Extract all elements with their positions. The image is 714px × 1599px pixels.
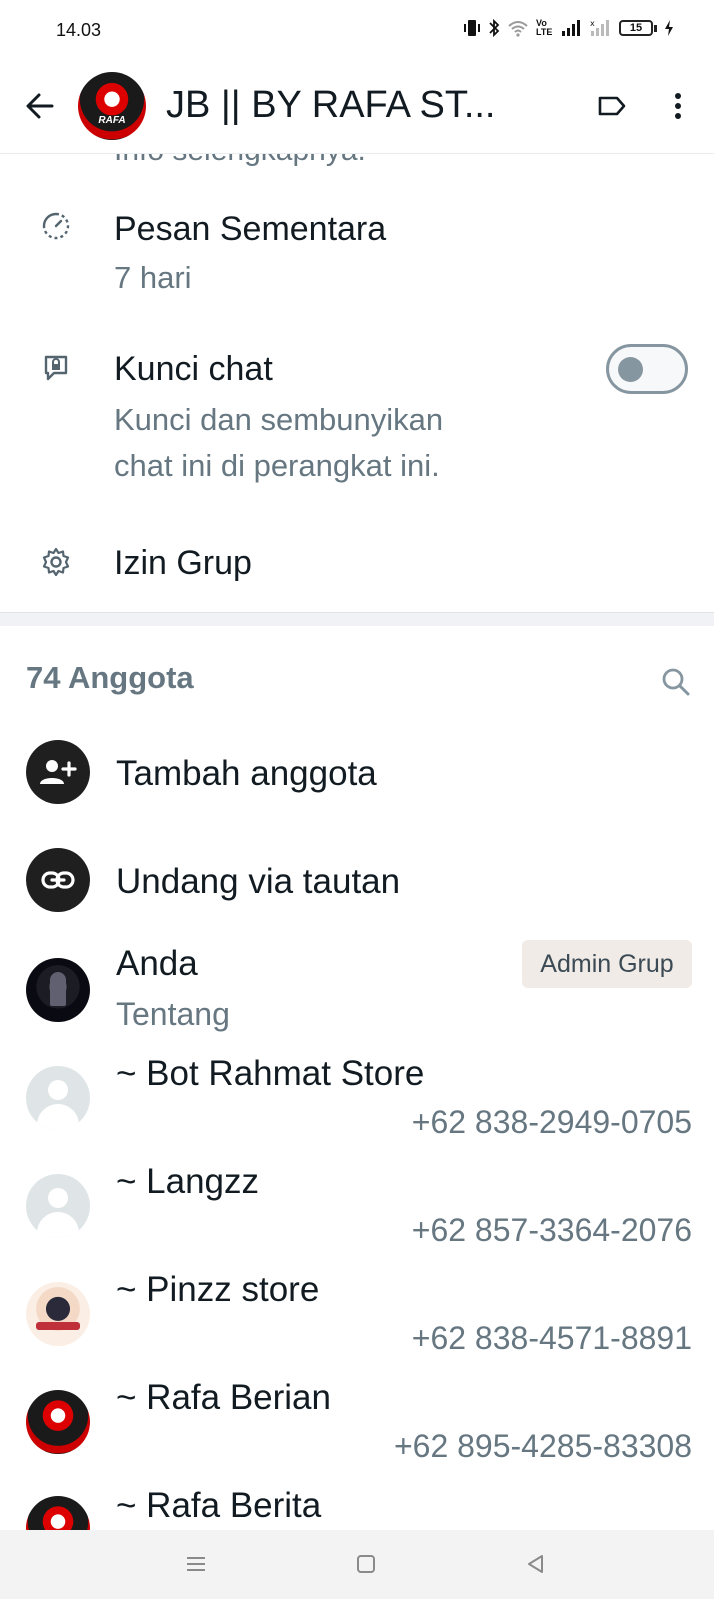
admin-badge: Admin Grup <box>522 940 692 988</box>
vibrate-icon <box>464 20 480 36</box>
group-permissions-title: Izin Grup <box>114 544 252 582</box>
member-phone: +62 857-3364-2076 <box>411 1212 692 1248</box>
chat-lock-desc-1: Kunci dan sembunyikan <box>114 402 444 437</box>
volte-label: Vo LTE <box>536 18 553 37</box>
member-name: ~ Rafa Berian <box>116 1378 331 1417</box>
member-phone: +62 895-4285-83308 <box>393 1428 692 1464</box>
chat-lock-icon <box>38 350 74 386</box>
back-button[interactable] <box>20 86 60 126</box>
charging-icon <box>665 20 673 36</box>
member-phone: +62 838-2949-0705 <box>411 1104 692 1140</box>
avatar <box>26 1390 90 1454</box>
link-icon <box>41 871 75 889</box>
avatar <box>26 1066 90 1130</box>
invite-link-avatar <box>26 848 90 912</box>
bluetooth-icon <box>489 18 500 38</box>
members-count: 74 Anggota <box>26 660 194 695</box>
member-phone: +62 838-4571-8891 <box>411 1320 692 1356</box>
status-icons: Vo LTE x 15 <box>463 18 674 38</box>
add-member-label: Tambah anggota <box>116 754 377 793</box>
recents-button[interactable] <box>174 1544 218 1584</box>
toggle-knob <box>618 357 643 382</box>
more-options-button[interactable] <box>660 86 696 126</box>
label-button[interactable] <box>594 88 630 124</box>
more-vert-icon <box>675 93 681 119</box>
avatar <box>26 1174 90 1238</box>
member-name: Anda <box>116 944 198 983</box>
label-tag-icon <box>598 96 626 116</box>
status-bar: 14.03 Vo LTE x 15 <box>0 0 714 62</box>
home-button[interactable] <box>344 1544 388 1584</box>
battery-level: 15 <box>619 20 653 36</box>
triangle-back-icon <box>528 1555 543 1573</box>
battery-icon: 15 <box>619 20 657 36</box>
group-avatar[interactable]: RAFA <box>78 72 146 140</box>
wifi-icon <box>508 21 528 37</box>
signal-icon <box>562 20 580 36</box>
svg-text:x: x <box>590 19 595 28</box>
status-time: 14.03 <box>56 20 102 40</box>
gear-icon <box>38 544 74 580</box>
arrow-left-icon <box>26 93 54 119</box>
avatar <box>26 1282 90 1346</box>
group-avatar-text: RAFA <box>98 115 126 126</box>
member-name: ~ Rafa Berita <box>116 1486 322 1525</box>
person-add-icon <box>40 760 77 784</box>
chat-lock-desc-2: chat ini di perangkat ini. <box>114 448 440 483</box>
back-nav-button[interactable] <box>514 1544 558 1584</box>
invite-link-label: Undang via tautan <box>116 862 401 901</box>
avatar <box>26 958 90 1022</box>
disappearing-value: 7 hari <box>114 260 192 295</box>
system-nav-bar <box>0 1530 714 1599</box>
member-name: ~ Bot Rahmat Store <box>116 1054 425 1093</box>
chat-lock-toggle[interactable] <box>606 344 688 394</box>
section-divider <box>0 612 714 626</box>
add-member-avatar <box>26 740 90 804</box>
member-name: ~ Pinzz store <box>116 1270 320 1309</box>
group-title[interactable]: JB || BY RAFA ST... <box>166 84 546 127</box>
chat-lock-title: Kunci chat <box>114 350 273 388</box>
disappearing-title: Pesan Sementara <box>114 210 387 248</box>
timer-icon <box>38 208 74 244</box>
member-about: Tentang <box>116 996 230 1032</box>
search-members-button[interactable] <box>658 664 694 700</box>
search-icon <box>662 668 690 696</box>
signal-weak-icon: x <box>590 19 609 36</box>
member-name: ~ Langzz <box>116 1162 260 1201</box>
menu-lines-icon <box>187 1557 205 1571</box>
square-icon <box>357 1555 375 1573</box>
app-bar: RAFA JB || BY RAFA ST... <box>0 62 714 154</box>
